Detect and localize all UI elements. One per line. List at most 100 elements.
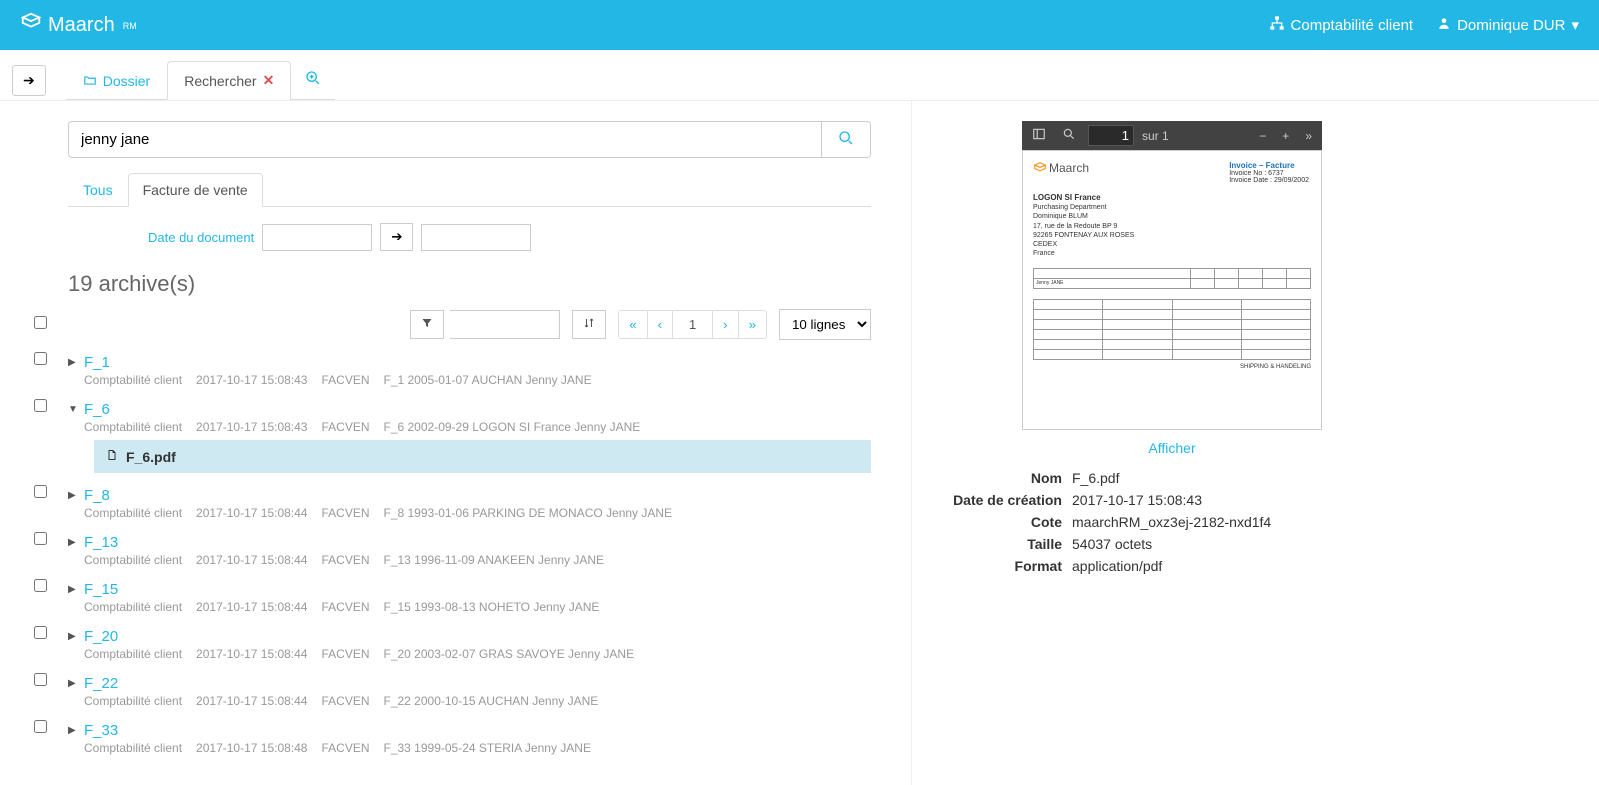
invoice-address: LOGON SI France Purchasing DepartmentDom… xyxy=(1033,193,1311,258)
document-metadata: Nom F_6.pdf Date de création 2017-10-17 … xyxy=(942,470,1402,574)
tab-label: Rechercher xyxy=(184,73,256,89)
pdf-search-icon[interactable] xyxy=(1058,125,1080,146)
org-name: Comptabilité client xyxy=(1291,17,1414,34)
user-menu[interactable]: Dominique DUR ▾ xyxy=(1437,16,1579,34)
pdf-page-input[interactable] xyxy=(1088,125,1134,146)
expand-caret-icon[interactable]: ▼ xyxy=(68,404,78,415)
date-filter-row: Date du document ➔ xyxy=(68,223,871,251)
pager-last[interactable]: » xyxy=(739,311,766,338)
sort-button[interactable] xyxy=(572,310,606,339)
meta-label-taille: Taille xyxy=(942,536,1062,552)
brand-name: Maarch xyxy=(48,14,115,37)
pager: « ‹ › » xyxy=(618,310,767,339)
meta-label-cote: Cote xyxy=(942,514,1062,530)
meta-label-created: Date de création xyxy=(942,492,1062,508)
result-link[interactable]: F_1 xyxy=(84,354,110,371)
date-range-arrow[interactable]: ➔ xyxy=(380,223,413,251)
subtab-facture[interactable]: Facture de vente xyxy=(128,173,263,207)
sidebar-toggle-icon[interactable] xyxy=(1028,125,1050,146)
date-to-input[interactable] xyxy=(421,224,531,251)
search-icon xyxy=(838,134,854,149)
new-search-button[interactable] xyxy=(291,60,335,99)
pdf-toolbar: sur 1 − + » xyxy=(1022,121,1322,150)
filter-input[interactable] xyxy=(450,310,560,339)
sidebar-toggle-button[interactable]: ➔ xyxy=(12,65,46,96)
date-label: Date du document xyxy=(148,230,254,245)
tab-rechercher[interactable]: Rechercher ✕ xyxy=(167,61,291,100)
pager-next[interactable]: › xyxy=(713,311,738,338)
expand-caret-icon[interactable]: ▶ xyxy=(68,584,78,595)
result-checkbox[interactable] xyxy=(34,720,47,733)
user-name: Dominique DUR xyxy=(1457,17,1565,34)
lines-select[interactable]: 10 lignes xyxy=(779,309,871,340)
folder-open-icon xyxy=(83,73,97,90)
meta-label-format: Format xyxy=(942,558,1062,574)
brand-sub: RM xyxy=(123,21,137,31)
pdf-more-icon[interactable]: » xyxy=(1301,127,1316,145)
result-link[interactable]: F_13 xyxy=(84,534,118,551)
result-count: 19 archive(s) xyxy=(68,271,871,297)
result-link[interactable]: F_8 xyxy=(84,487,110,504)
expand-caret-icon[interactable]: ▶ xyxy=(68,357,78,368)
result-row: ▼F_6Comptabilité client2017-10-17 15:08:… xyxy=(68,397,871,483)
meta-value-format: application/pdf xyxy=(1072,558,1402,574)
result-checkbox[interactable] xyxy=(34,532,47,545)
sort-icon xyxy=(583,317,595,332)
list-controls: « ‹ › » 10 lignes xyxy=(68,309,871,340)
result-row: ▶F_15Comptabilité client2017-10-17 15:08… xyxy=(68,577,871,624)
search-input[interactable] xyxy=(68,121,822,158)
close-icon[interactable]: ✕ xyxy=(263,72,275,89)
result-link[interactable]: F_22 xyxy=(84,675,118,692)
sitemap-icon xyxy=(1269,15,1285,35)
zoom-in-icon[interactable]: + xyxy=(1278,127,1293,145)
expand-caret-icon[interactable]: ▶ xyxy=(68,537,78,548)
result-link[interactable]: F_20 xyxy=(84,628,118,645)
result-row: ▶ F_8 Comptabilité client2017-10-17 15:08:… xyxy=(68,483,871,530)
pager-page-input[interactable] xyxy=(673,311,713,338)
expand-caret-icon[interactable]: ▶ xyxy=(68,678,78,689)
meta-label-nom: Nom xyxy=(942,470,1062,486)
caret-down-icon: ▾ xyxy=(1571,16,1579,34)
result-checkbox[interactable] xyxy=(34,485,47,498)
result-meta: Comptabilité client2017-10-17 15:08:44FA… xyxy=(68,647,871,661)
filter-tabs: Tous Facture de vente xyxy=(68,172,871,207)
expand-caret-icon[interactable]: ▶ xyxy=(68,725,78,736)
pdf-page[interactable]: Invoice – Facture Invoice No : 6737 Invo… xyxy=(1022,150,1322,430)
attachment-name: F_6.pdf xyxy=(126,449,176,465)
tab-dossier[interactable]: Dossier xyxy=(66,61,167,100)
filter-button[interactable] xyxy=(410,310,444,339)
tab-label: Dossier xyxy=(103,73,150,89)
result-link[interactable]: F_15 xyxy=(84,581,118,598)
arrow-right-icon: ➔ xyxy=(391,229,402,244)
afficher-link[interactable]: Afficher xyxy=(1148,440,1195,456)
filter-icon xyxy=(421,317,433,332)
meta-value-created: 2017-10-17 15:08:43 xyxy=(1072,492,1402,508)
subtab-all[interactable]: Tous xyxy=(68,173,128,207)
org-menu[interactable]: Comptabilité client xyxy=(1269,15,1414,35)
result-link[interactable]: F_6 xyxy=(84,401,110,418)
result-row: ▶F_1Comptabilité client2017-10-17 15:08:… xyxy=(68,350,871,397)
date-from-input[interactable] xyxy=(262,224,372,251)
pager-prev[interactable]: ‹ xyxy=(648,311,673,338)
result-checkbox[interactable] xyxy=(34,673,47,686)
expand-caret-icon[interactable]: ▶ xyxy=(68,631,78,642)
select-all-checkbox[interactable] xyxy=(34,316,47,329)
result-meta: Comptabilité client2017-10-17 15:08:44FA… xyxy=(68,553,871,567)
zoom-out-icon[interactable]: − xyxy=(1255,127,1270,145)
arrow-right-icon: ➔ xyxy=(23,72,35,88)
attachment-row[interactable]: F_6.pdf xyxy=(94,440,871,473)
result-checkbox[interactable] xyxy=(34,399,47,412)
pager-first[interactable]: « xyxy=(619,311,647,338)
invoice-title: Invoice – Facture xyxy=(1229,161,1309,170)
result-checkbox[interactable] xyxy=(34,352,47,365)
result-row: ▶F_22Comptabilité client2017-10-17 15:08… xyxy=(68,671,871,718)
result-checkbox[interactable] xyxy=(34,579,47,592)
result-checkbox[interactable] xyxy=(34,626,47,639)
main-tabs: Dossier Rechercher ✕ xyxy=(66,60,336,100)
brand-logo[interactable]: Maarch RM xyxy=(20,11,137,39)
result-meta: Comptabilité client2017-10-17 15:08:44FA… xyxy=(68,506,871,520)
invoice-table: Jenny JANE xyxy=(1033,268,1311,289)
search-button[interactable] xyxy=(822,121,871,158)
result-link[interactable]: F_33 xyxy=(84,722,118,739)
expand-caret-icon[interactable]: ▶ xyxy=(68,490,78,501)
